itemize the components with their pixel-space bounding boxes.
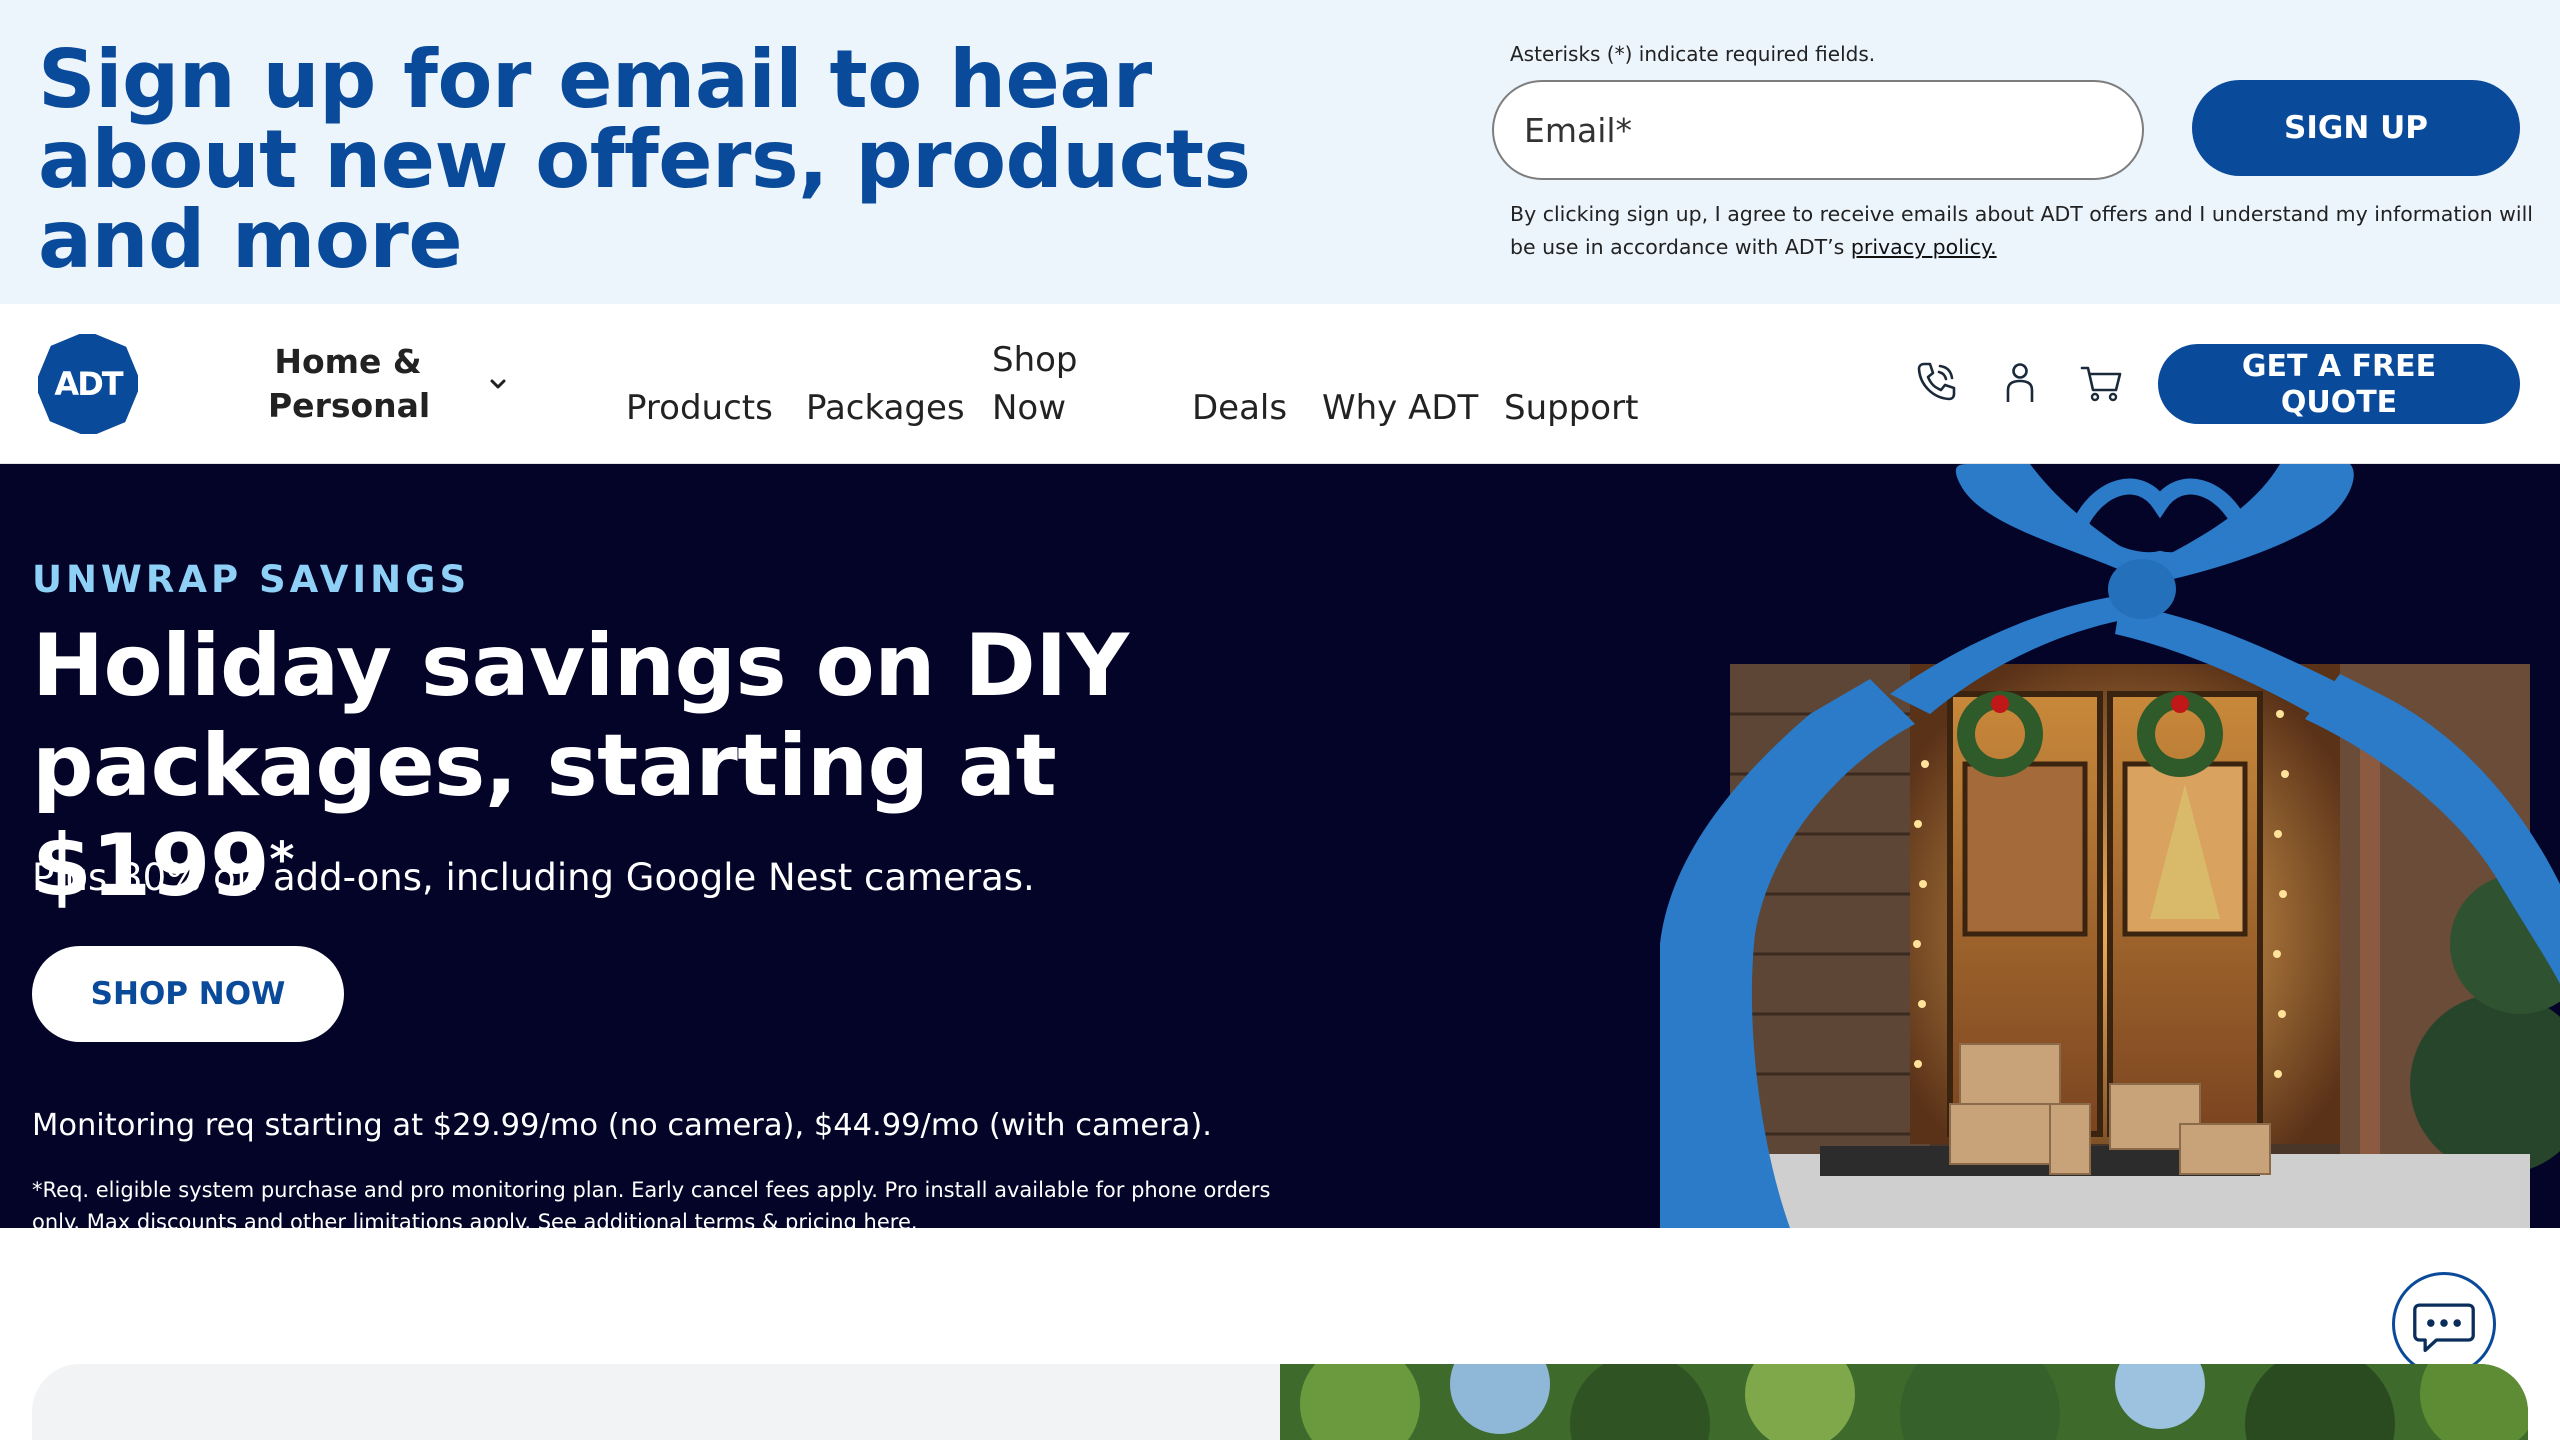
consent-statement: By clicking sign up, I agree to receive …	[1510, 202, 2533, 259]
nav-link-deals[interactable]: Deals	[1192, 384, 1287, 432]
phone-icon[interactable]	[1912, 358, 1960, 406]
nav-link-shop-now[interactable]: Shop Now	[992, 336, 1102, 432]
promo-card	[32, 1364, 2528, 1440]
privacy-policy-link[interactable]: privacy policy.	[1851, 235, 1997, 259]
get-free-quote-button[interactable]: GET A FREE QUOTE	[2158, 344, 2520, 424]
consent-text: By clicking sign up, I agree to receive …	[1510, 198, 2540, 264]
sign-up-button[interactable]: SIGN UP	[2192, 80, 2520, 176]
chat-button[interactable]	[2392, 1272, 2496, 1376]
hero-eyebrow: UNWRAP SAVINGS	[32, 558, 471, 601]
adt-logo[interactable]: ADT	[38, 334, 138, 434]
email-signup-section: Sign up for email to hear about new offe…	[0, 0, 2560, 304]
nav-link-support[interactable]: Support	[1504, 384, 1638, 432]
promo-card-image	[1280, 1364, 2528, 1440]
shop-now-button[interactable]: SHOP NOW	[32, 946, 344, 1042]
holiday-door-ribbon-image	[1660, 464, 2560, 1228]
hero-fine-print: *Req. eligible system purchase and pro m…	[32, 1178, 1271, 1228]
logo-text: ADT	[54, 365, 123, 403]
home-personal-menu[interactable]: Home & Personal	[268, 340, 430, 428]
signup-heading: Sign up for email to hear about new offe…	[38, 33, 1251, 286]
nav-link-packages[interactable]: Packages	[806, 384, 965, 432]
chevron-down-icon[interactable]	[484, 370, 512, 398]
promo-card-text-panel	[32, 1364, 1280, 1440]
email-input[interactable]	[1492, 80, 2144, 180]
hero-subtitle: Plus 30% off add-ons, including Google N…	[32, 856, 1035, 899]
nav-link-products[interactable]: Products	[626, 384, 773, 432]
nav-link-why-adt[interactable]: Why ADT	[1322, 384, 1478, 432]
hero-banner: UNWRAP SAVINGS Holiday savings on DIY pa…	[0, 464, 2560, 1228]
chat-icon	[2413, 1303, 2475, 1353]
monitoring-price-note: Monitoring req starting at $29.99/mo (no…	[32, 1108, 1212, 1143]
main-navigation: ADT Home & Personal Products Packages Sh…	[0, 304, 2560, 464]
required-fields-note: Asterisks (*) indicate required fields.	[1510, 42, 1876, 66]
account-icon[interactable]	[1996, 358, 2044, 406]
cart-icon[interactable]	[2078, 358, 2126, 406]
